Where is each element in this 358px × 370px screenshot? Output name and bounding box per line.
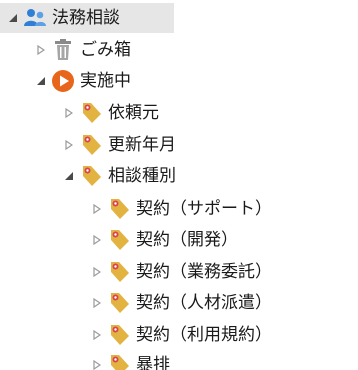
tree-item-label: 契約（利用規約） [136, 325, 272, 345]
tag-icon [106, 227, 132, 253]
collapsed-chevron-icon[interactable] [90, 358, 104, 370]
category-tree: 法務相談 ごみ箱 実施中 依頼元 更新年月 相談種別 契約（サポート） 契約（開… [0, 0, 358, 370]
tree-item-in-progress[interactable]: 実施中 [0, 66, 131, 96]
tree-item-label: 契約（開発） [136, 230, 238, 250]
tag-icon [106, 196, 132, 222]
expanded-chevron-icon[interactable] [62, 169, 76, 183]
tag-icon [106, 352, 132, 370]
collapsed-chevron-icon[interactable] [90, 265, 104, 279]
tree-item-update-month[interactable]: 更新年月 [0, 130, 176, 160]
tree-root-item[interactable]: 法務相談 [0, 3, 174, 33]
tag-icon [78, 100, 104, 126]
collapsed-chevron-icon[interactable] [62, 138, 76, 152]
tree-item-contract-terms[interactable]: 契約（利用規約） [0, 320, 272, 350]
tree-item-label: 契約（サポート） [136, 199, 272, 219]
tree-item-trash[interactable]: ごみ箱 [0, 35, 131, 65]
users-icon [22, 5, 48, 31]
tree-item-label: 契約（業務委託） [136, 262, 272, 282]
tree-item-label: 依頼元 [108, 103, 159, 123]
tree-item-label: 契約（人材派遣） [136, 293, 272, 313]
tag-icon [106, 322, 132, 348]
collapsed-chevron-icon[interactable] [62, 106, 76, 120]
tree-item-label: 更新年月 [108, 135, 176, 155]
tree-item-label: ごみ箱 [80, 40, 131, 60]
collapsed-chevron-icon[interactable] [90, 328, 104, 342]
tree-item-label: 実施中 [80, 71, 131, 91]
tree-item-label: 相談種別 [108, 166, 176, 186]
tree-item-label: 法務相談 [52, 8, 120, 28]
tree-item-contract-staffing[interactable]: 契約（人材派遣） [0, 288, 272, 318]
tree-item-antisocial-exclusion[interactable]: 暴排 [0, 350, 170, 370]
tree-item-contract-support[interactable]: 契約（サポート） [0, 194, 272, 224]
tag-icon [106, 290, 132, 316]
expanded-chevron-icon[interactable] [6, 11, 20, 25]
tag-icon [106, 259, 132, 285]
tree-item-label: 暴排 [136, 355, 170, 370]
tree-item-contract-outsourcing[interactable]: 契約（業務委託） [0, 257, 272, 287]
tag-icon [78, 132, 104, 158]
collapsed-chevron-icon[interactable] [90, 202, 104, 216]
trash-icon [50, 37, 76, 63]
collapsed-chevron-icon[interactable] [34, 43, 48, 57]
tree-item-contract-development[interactable]: 契約（開発） [0, 225, 238, 255]
tree-item-consult-type[interactable]: 相談種別 [0, 161, 176, 191]
collapsed-chevron-icon[interactable] [90, 296, 104, 310]
expanded-chevron-icon[interactable] [34, 74, 48, 88]
tree-item-requester[interactable]: 依頼元 [0, 98, 159, 128]
collapsed-chevron-icon[interactable] [90, 233, 104, 247]
tag-icon [78, 163, 104, 189]
play-circle-icon [50, 68, 76, 94]
